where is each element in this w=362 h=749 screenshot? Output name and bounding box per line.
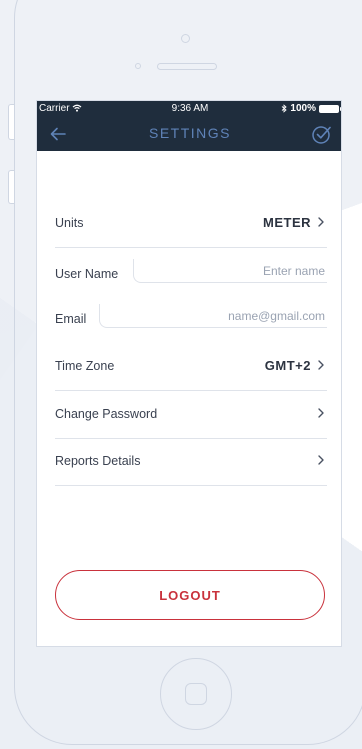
battery-icon [319, 104, 341, 113]
user-name-label: User Name [55, 267, 119, 281]
page-title: SETTINGS [148, 125, 231, 141]
reports-details-row[interactable]: Reports Details [55, 438, 327, 486]
battery-indicator: 100% [281, 103, 341, 114]
earpiece-speaker [157, 63, 217, 70]
battery-percent: 100% [290, 103, 316, 114]
time-zone-label: Time Zone [55, 359, 115, 373]
front-camera [181, 34, 190, 43]
volume-down-button [8, 170, 14, 204]
home-button[interactable] [160, 658, 232, 730]
time-zone-row[interactable]: Time Zone GMT+2 [55, 343, 327, 391]
status-bar: Carrier 9:36 AM 100% [37, 101, 341, 117]
change-password-label: Change Password [55, 407, 158, 421]
email-row: Email [55, 296, 327, 344]
check-circle-icon[interactable] [311, 123, 333, 145]
email-field[interactable] [99, 304, 327, 328]
reports-details-label: Reports Details [55, 454, 141, 468]
navigation-bar: SETTINGS [37, 117, 341, 151]
user-name-field[interactable] [133, 259, 327, 283]
chevron-right-icon [318, 455, 324, 465]
units-label: Units [55, 216, 84, 230]
bluetooth-icon [282, 104, 288, 113]
volume-up-button [8, 104, 14, 140]
user-name-input[interactable] [134, 259, 327, 282]
units-value: METER [263, 215, 311, 230]
chevron-right-icon [318, 217, 324, 227]
proximity-sensor [135, 63, 141, 69]
time-zone-value: GMT+2 [264, 358, 311, 373]
chevron-right-icon [318, 408, 324, 418]
units-row[interactable]: Units METER [55, 200, 327, 248]
chevron-right-icon [318, 360, 324, 370]
email-label: Email [55, 312, 87, 326]
app-screen: Carrier 9:36 AM 100% SETTINGS Units METE… [36, 100, 342, 647]
logout-button[interactable]: LOGOUT [55, 570, 325, 620]
email-input[interactable] [100, 304, 327, 327]
change-password-row[interactable]: Change Password [55, 391, 327, 439]
user-name-row: User Name [55, 251, 327, 299]
home-square-icon [185, 683, 207, 705]
